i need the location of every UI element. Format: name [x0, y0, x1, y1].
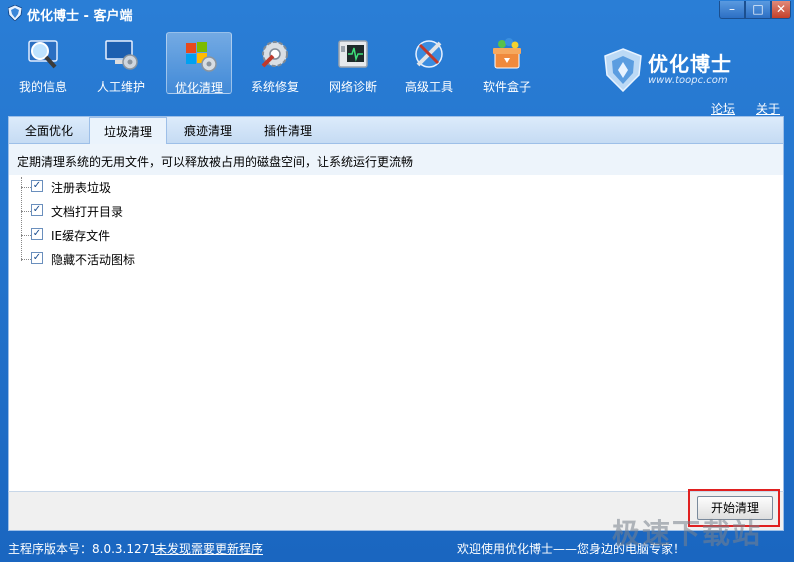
tree-connector — [21, 211, 31, 212]
tree-item-inactive-icons[interactable]: ✓ 隐藏不活动图标 — [19, 249, 219, 269]
tab-bar: 全面优化 垃圾清理 痕迹清理 插件清理 — [8, 116, 784, 145]
tab-trace-clean[interactable]: 痕迹清理 — [169, 119, 247, 145]
shield-logo-icon — [604, 48, 642, 92]
toolbar-item-system-repair[interactable]: 系统修复 — [242, 32, 308, 94]
toolbar-item-my-info[interactable]: 我的信息 — [10, 32, 76, 94]
tree-item-ie-cache[interactable]: ✓ IE缓存文件 — [19, 225, 219, 245]
checkbox[interactable]: ✓ — [31, 228, 43, 240]
tools-globe-icon — [415, 40, 443, 68]
item-label: 隐藏不活动图标 — [51, 253, 136, 267]
toolbar-label: 网络诊断 — [328, 80, 377, 94]
version-text: 主程序版本号：8.0.3.1271 — [8, 542, 157, 556]
item-label: IE缓存文件 — [51, 229, 111, 243]
checkbox[interactable]: ✓ — [31, 204, 43, 216]
toolbar-label: 我的信息 — [18, 80, 67, 94]
brand-name: 优化博士 — [648, 52, 732, 76]
toolbar-item-optimize-clean[interactable]: 优化清理 — [166, 32, 232, 95]
tree-item-registry-junk[interactable]: ✓ 注册表垃圾 — [19, 177, 219, 197]
description-text: 定期清理系统的无用文件，可以释放被占用的磁盘空间，让系统运行更流畅 — [9, 144, 783, 175]
tree-item-recent-docs[interactable]: ✓ 文档打开目录 — [19, 201, 219, 221]
toolbar-label: 系统修复 — [250, 80, 299, 94]
tab-full-optimize[interactable]: 全面优化 — [11, 119, 87, 145]
item-label: 注册表垃圾 — [51, 181, 112, 195]
brand-url: www.toopc.com — [648, 75, 728, 86]
toolbar-label: 人工维护 — [96, 80, 145, 94]
tab-junk-clean[interactable]: 垃圾清理 — [89, 117, 167, 145]
watermark: 极速下载站 — [612, 517, 763, 550]
close-button[interactable]: ✕ — [771, 1, 791, 19]
magnifier-icon — [28, 40, 58, 69]
monitor-gear-icon — [105, 40, 138, 70]
brand-logo: 优化博士 www.toopc.com — [604, 48, 784, 94]
app-window: 优化博士 - 客户端 – □ ✕ 我的信息 人工维护 优化清理 系统修复 网络诊… — [0, 0, 794, 562]
item-label: 文档打开目录 — [51, 205, 124, 219]
title-bar: 优化博士 - 客户端 – □ ✕ — [0, 0, 794, 26]
tree-connector — [21, 187, 31, 188]
tab-plugin-clean[interactable]: 插件清理 — [249, 119, 327, 145]
content-panel: 定期清理系统的无用文件，可以释放被占用的磁盘空间，让系统运行更流畅 ✓ 注册表垃… — [8, 144, 784, 491]
shield-icon — [8, 5, 22, 21]
tree-connector — [21, 259, 31, 260]
windows-gear-icon — [186, 42, 217, 72]
window-title: 优化博士 - 客户端 — [27, 9, 133, 24]
network-monitor-icon — [338, 40, 368, 68]
toolbar-item-network-diagnosis[interactable]: 网络诊断 — [320, 32, 386, 94]
toolbar-label: 软件盒子 — [482, 80, 531, 94]
about-link[interactable]: 关于 — [756, 100, 780, 117]
update-link[interactable]: 未发现需要更新程序 — [155, 540, 263, 557]
minimize-button[interactable]: – — [719, 1, 745, 19]
toolbar-item-advanced-tools[interactable]: 高级工具 — [396, 32, 462, 94]
maximize-button[interactable]: □ — [745, 1, 771, 19]
checkbox[interactable]: ✓ — [31, 180, 43, 192]
gift-box-icon — [493, 38, 521, 69]
toolbar-item-software-box[interactable]: 软件盒子 — [474, 32, 540, 94]
toolbar-label: 优化清理 — [174, 81, 223, 95]
toolbar-item-manual-maintenance[interactable]: 人工维护 — [88, 32, 154, 94]
toolbar-label: 高级工具 — [404, 80, 453, 94]
checkbox[interactable]: ✓ — [31, 252, 43, 264]
forum-link[interactable]: 论坛 — [711, 100, 735, 117]
tree-connector — [21, 235, 31, 236]
main-toolbar: 我的信息 人工维护 优化清理 系统修复 网络诊断 高级工具 软件盒子 — [0, 26, 600, 100]
repair-gear-icon — [261, 41, 288, 68]
